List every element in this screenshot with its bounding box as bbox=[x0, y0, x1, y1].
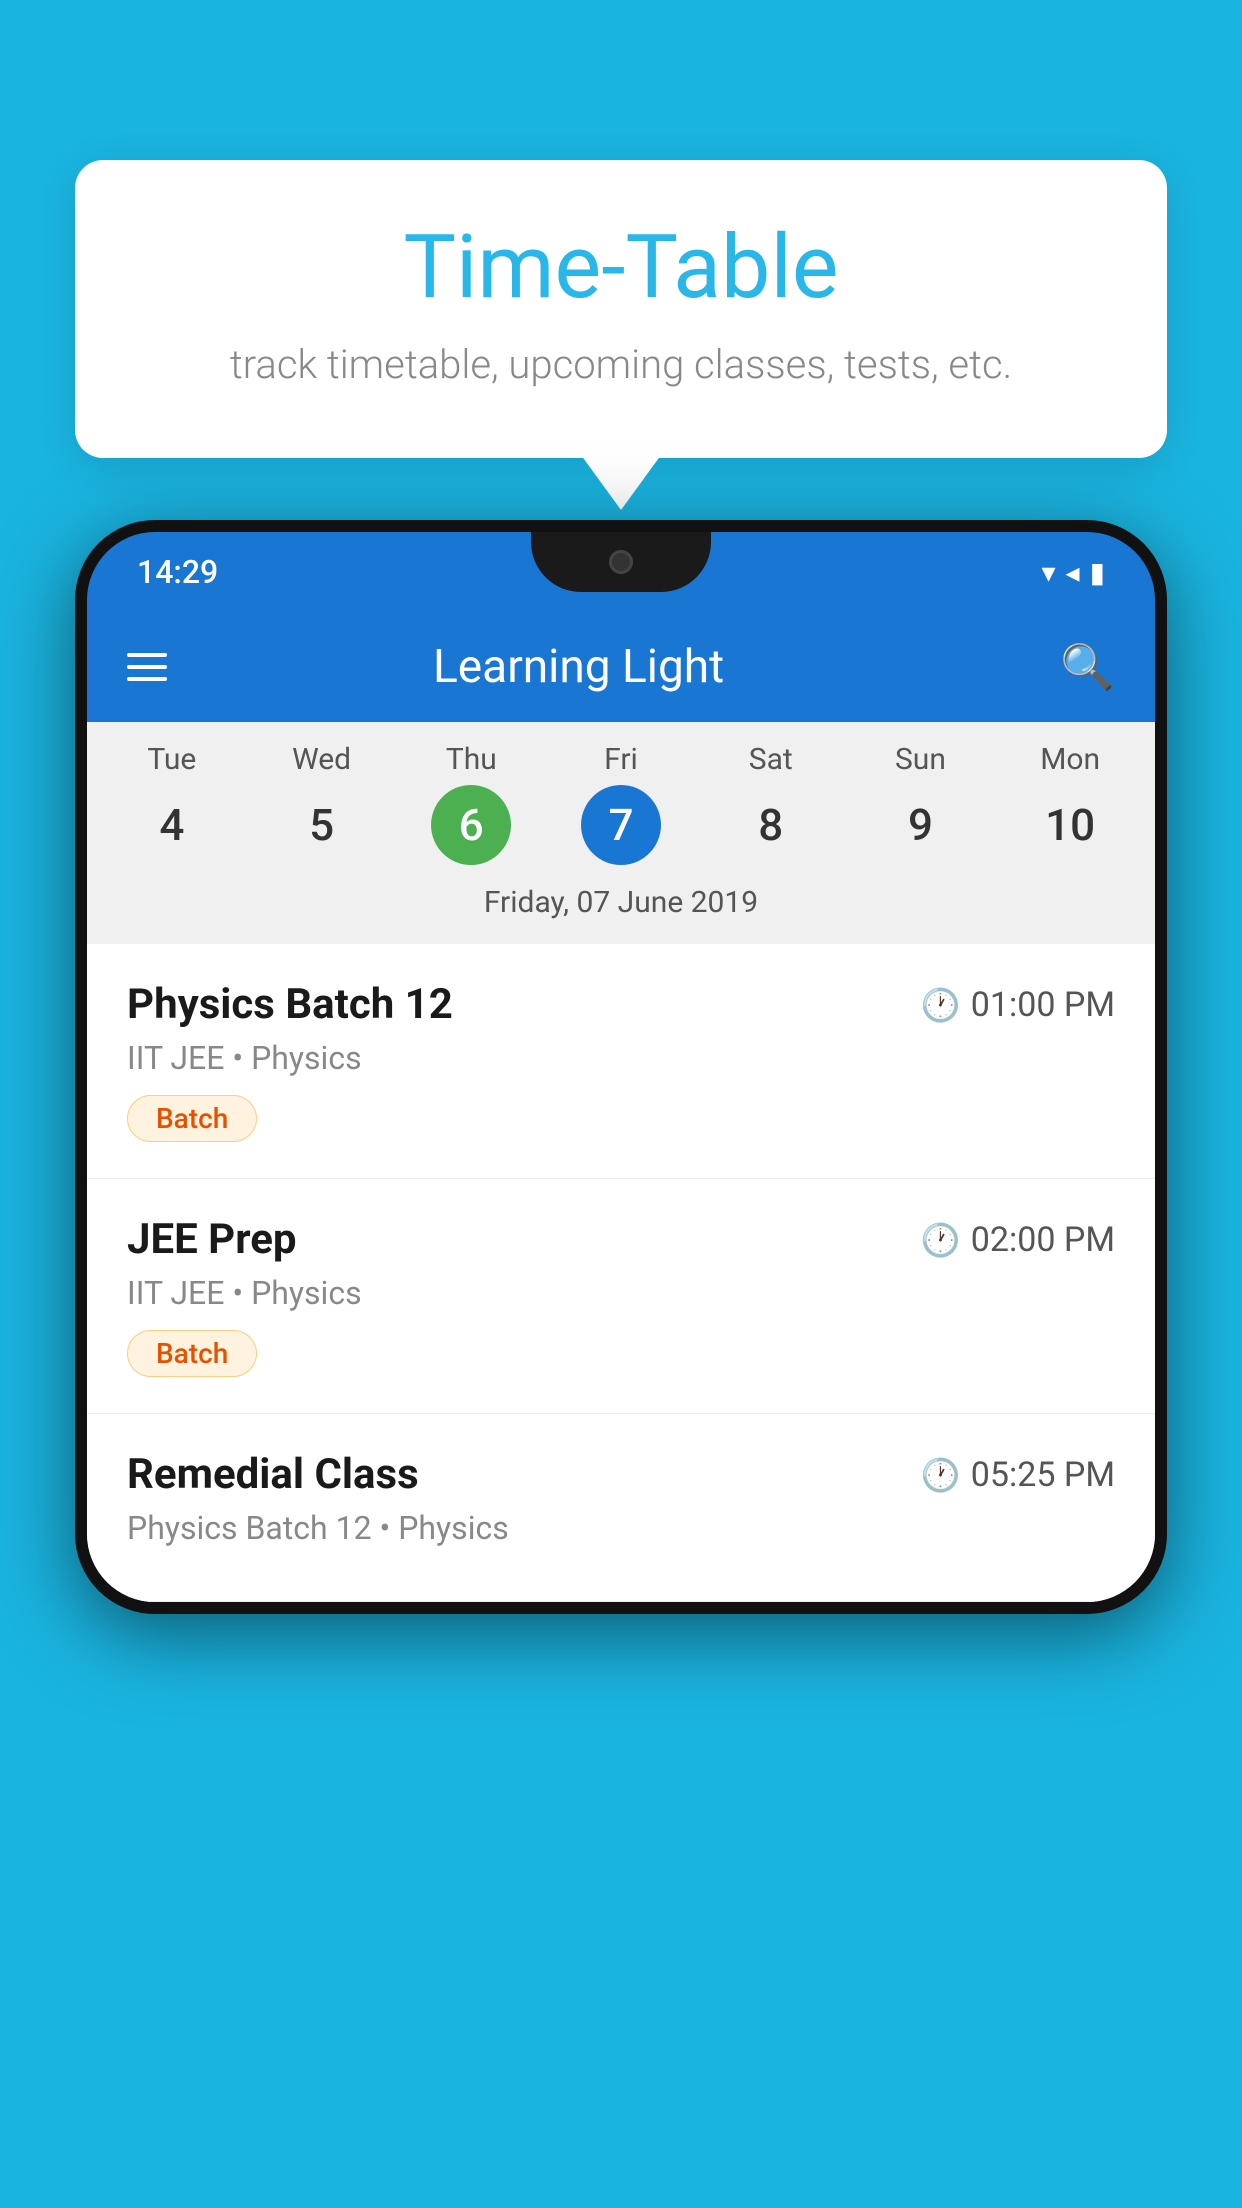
day-number-label: 8 bbox=[731, 785, 811, 865]
class-list-item[interactable]: Remedial Class 🕐 05:25 PM Physics Batch … bbox=[87, 1414, 1155, 1602]
day-name-label: Fri bbox=[604, 742, 638, 777]
class-list: Physics Batch 12 🕐 01:00 PM IIT JEE • Ph… bbox=[87, 944, 1155, 1602]
selected-date-label: Friday, 07 June 2019 bbox=[97, 875, 1145, 924]
day-name-label: Mon bbox=[1040, 742, 1100, 777]
calendar-day-cell[interactable]: Thu 6 bbox=[396, 742, 546, 865]
calendar-strip: Tue 4 Wed 5 Thu 6 Fri 7 Sat 8 Sun 9 Mon 10 Friday, 07… bbox=[87, 722, 1155, 944]
batch-tag: Batch bbox=[127, 1095, 257, 1142]
phone-mockup: 14:29 ▾ ◂ ▮ Learning Light 🔍 Tue 4 Wed 5 Thu bbox=[75, 520, 1167, 2208]
class-list-item[interactable]: Physics Batch 12 🕐 01:00 PM IIT JEE • Ph… bbox=[87, 944, 1155, 1179]
day-name-label: Thu bbox=[446, 742, 497, 777]
batch-tag: Batch bbox=[127, 1330, 257, 1377]
class-time-text: 01:00 PM bbox=[971, 985, 1115, 1025]
class-item-header: Remedial Class 🕐 05:25 PM bbox=[127, 1450, 1115, 1499]
class-name-label: Physics Batch 12 bbox=[127, 980, 453, 1029]
class-subject-label: Physics Batch 12 • Physics bbox=[127, 1509, 1115, 1547]
status-icons: ▾ ◂ ▮ bbox=[1041, 556, 1105, 589]
tooltip-title: Time-Table bbox=[145, 220, 1097, 317]
phone-notch bbox=[531, 532, 711, 592]
day-number-label: 4 bbox=[132, 785, 212, 865]
phone-body: 14:29 ▾ ◂ ▮ Learning Light 🔍 Tue 4 Wed 5 Thu bbox=[75, 520, 1167, 1614]
class-subject-label: IIT JEE • Physics bbox=[127, 1274, 1115, 1312]
tooltip-subtitle: track timetable, upcoming classes, tests… bbox=[145, 341, 1097, 388]
app-title: Learning Light bbox=[197, 640, 960, 694]
clock-icon: 🕐 bbox=[921, 986, 961, 1024]
signal-icon: ◂ bbox=[1066, 556, 1080, 589]
class-item-header: JEE Prep 🕐 02:00 PM bbox=[127, 1215, 1115, 1264]
class-item-header: Physics Batch 12 🕐 01:00 PM bbox=[127, 980, 1115, 1029]
class-list-item[interactable]: JEE Prep 🕐 02:00 PM IIT JEE • Physics Ba… bbox=[87, 1179, 1155, 1414]
calendar-day-cell[interactable]: Wed 5 bbox=[247, 742, 397, 865]
day-name-label: Wed bbox=[292, 742, 351, 777]
search-button[interactable]: 🔍 bbox=[1060, 641, 1115, 693]
wifi-icon: ▾ bbox=[1041, 556, 1055, 589]
class-subject-label: IIT JEE • Physics bbox=[127, 1039, 1115, 1077]
battery-icon: ▮ bbox=[1090, 556, 1105, 589]
clock-icon: 🕐 bbox=[921, 1456, 961, 1494]
hamburger-menu-button[interactable] bbox=[127, 653, 167, 681]
calendar-day-cell[interactable]: Mon 10 bbox=[995, 742, 1145, 865]
power-button bbox=[1155, 832, 1167, 912]
volume-down-button bbox=[75, 832, 87, 892]
day-number-label: 5 bbox=[282, 785, 362, 865]
status-bar: 14:29 ▾ ◂ ▮ bbox=[87, 532, 1155, 612]
day-number-label: 9 bbox=[880, 785, 960, 865]
volume-up-button bbox=[75, 752, 87, 812]
day-number-label: 7 bbox=[581, 785, 661, 865]
tooltip-card: Time-Table track timetable, upcoming cla… bbox=[75, 160, 1167, 458]
days-row: Tue 4 Wed 5 Thu 6 Fri 7 Sat 8 Sun 9 Mon 10 bbox=[97, 742, 1145, 865]
calendar-day-cell[interactable]: Fri 7 bbox=[546, 742, 696, 865]
status-time: 14:29 bbox=[137, 553, 218, 591]
class-time-text: 02:00 PM bbox=[971, 1220, 1115, 1260]
class-time-text: 05:25 PM bbox=[971, 1455, 1115, 1495]
class-time-label: 🕐 05:25 PM bbox=[921, 1455, 1115, 1495]
camera bbox=[609, 550, 633, 574]
class-time-label: 🕐 01:00 PM bbox=[921, 985, 1115, 1025]
day-number-label: 10 bbox=[1030, 785, 1110, 865]
class-name-label: Remedial Class bbox=[127, 1450, 419, 1499]
day-name-label: Tue bbox=[147, 742, 196, 777]
class-name-label: JEE Prep bbox=[127, 1215, 297, 1264]
day-name-label: Sun bbox=[895, 742, 946, 777]
calendar-day-cell[interactable]: Sat 8 bbox=[696, 742, 846, 865]
app-bar: Learning Light 🔍 bbox=[87, 612, 1155, 722]
class-time-label: 🕐 02:00 PM bbox=[921, 1220, 1115, 1260]
day-number-label: 6 bbox=[431, 785, 511, 865]
calendar-day-cell[interactable]: Sun 9 bbox=[846, 742, 996, 865]
day-name-label: Sat bbox=[749, 742, 793, 777]
clock-icon: 🕐 bbox=[921, 1221, 961, 1259]
calendar-day-cell[interactable]: Tue 4 bbox=[97, 742, 247, 865]
